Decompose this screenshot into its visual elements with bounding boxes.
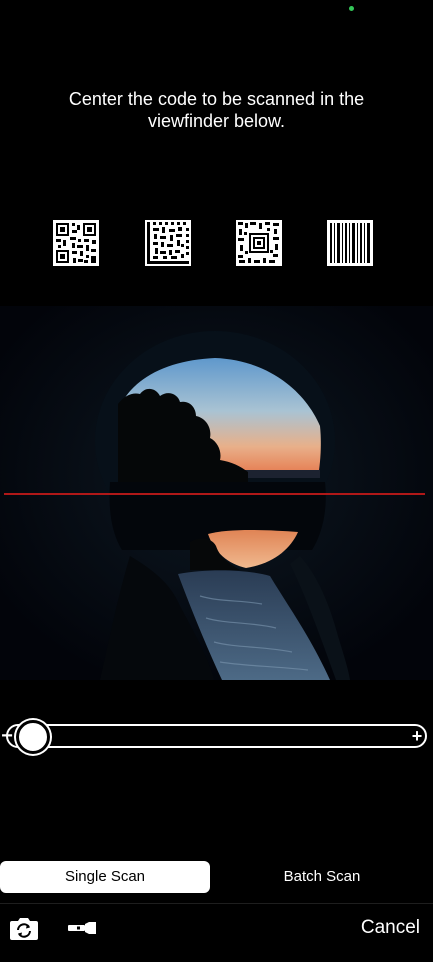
scan-mode-selector: Single Scan Batch Scan <box>0 861 433 893</box>
zoom-in-button[interactable]: + <box>410 722 424 750</box>
switch-camera-icon <box>10 918 38 940</box>
zoom-track[interactable] <box>6 724 427 748</box>
scan-instruction: Center the code to be scanned in the vie… <box>68 89 365 131</box>
tab-batch-scan[interactable]: Batch Scan <box>216 861 428 893</box>
tab-single-scan[interactable]: Single Scan <box>0 861 210 893</box>
aztec-code-icon <box>236 220 282 266</box>
qr-code-icon <box>53 220 99 266</box>
data-matrix-icon <box>145 220 191 266</box>
scanner-screen: Center the code to be scanned in the vie… <box>0 0 433 962</box>
cancel-button[interactable]: Cancel <box>361 916 420 940</box>
supported-code-types <box>0 220 433 266</box>
zoom-out-button[interactable]: − <box>0 722 14 750</box>
zoom-slider[interactable]: − + <box>0 720 433 754</box>
barcode-icon <box>327 220 373 266</box>
flashlight-button[interactable] <box>66 912 98 944</box>
switch-camera-button[interactable] <box>8 912 40 944</box>
zoom-slider-thumb[interactable] <box>16 720 50 754</box>
toolbar-divider <box>0 903 433 904</box>
camera-active-indicator <box>349 6 354 11</box>
flashlight-icon <box>68 922 96 934</box>
scan-line <box>4 493 425 495</box>
